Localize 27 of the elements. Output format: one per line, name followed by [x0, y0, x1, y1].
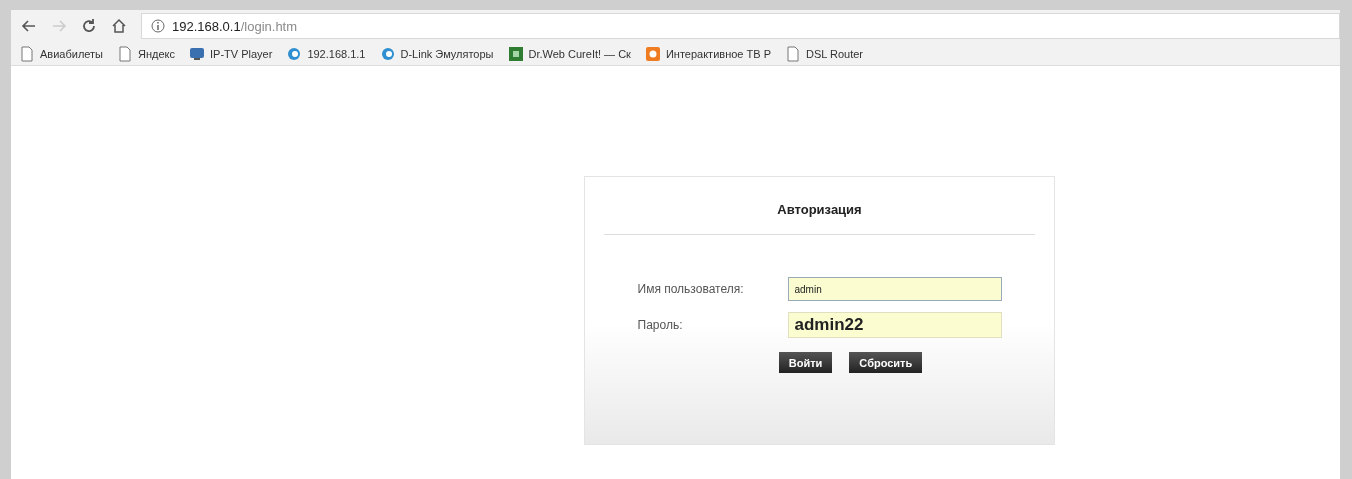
reload-icon[interactable] — [81, 18, 97, 34]
bookmark[interactable]: Авиабилеты — [19, 45, 103, 62]
input-field[interactable]: admin — [787, 277, 1002, 301]
bookmark[interactable]: Интерактивное ТВ Р — [644, 45, 771, 62]
page-icon — [784, 45, 801, 62]
bookmark[interactable]: D-Link Эмуляторы — [379, 45, 494, 62]
square-icon — [644, 45, 661, 62]
back-icon[interactable] — [21, 18, 37, 34]
card-title: Авторизация — [777, 202, 862, 217]
bookmark[interactable]: IP-TV Player — [189, 45, 273, 62]
home-icon[interactable] — [111, 18, 127, 34]
bookmark[interactable]: DSL Router — [784, 45, 864, 62]
page-icon — [117, 45, 133, 62]
bookmark[interactable]: Dr.Web CureIt! — Ск — [507, 45, 631, 62]
reset-button[interactable]: Сбросить — [849, 352, 923, 373]
url-text: 192.168.0.1/login.htm — [172, 18, 298, 34]
bookmark[interactable]: 192.168.1.1 — [286, 45, 366, 62]
input-field[interactable]: admin22 — [787, 312, 1002, 338]
bookmark[interactable]: Яндекс — [117, 45, 175, 62]
login-button[interactable]: Войти — [778, 352, 833, 373]
page-icon — [19, 45, 35, 62]
address-bar[interactable]: 192.168.0.1/login.htm — [141, 13, 1340, 39]
square-icon — [507, 45, 524, 62]
info-icon[interactable] — [150, 18, 166, 34]
monitor-icon — [189, 45, 205, 62]
field-label: Пароль: — [637, 318, 684, 332]
field-label: Имя пользователя: — [637, 282, 745, 296]
